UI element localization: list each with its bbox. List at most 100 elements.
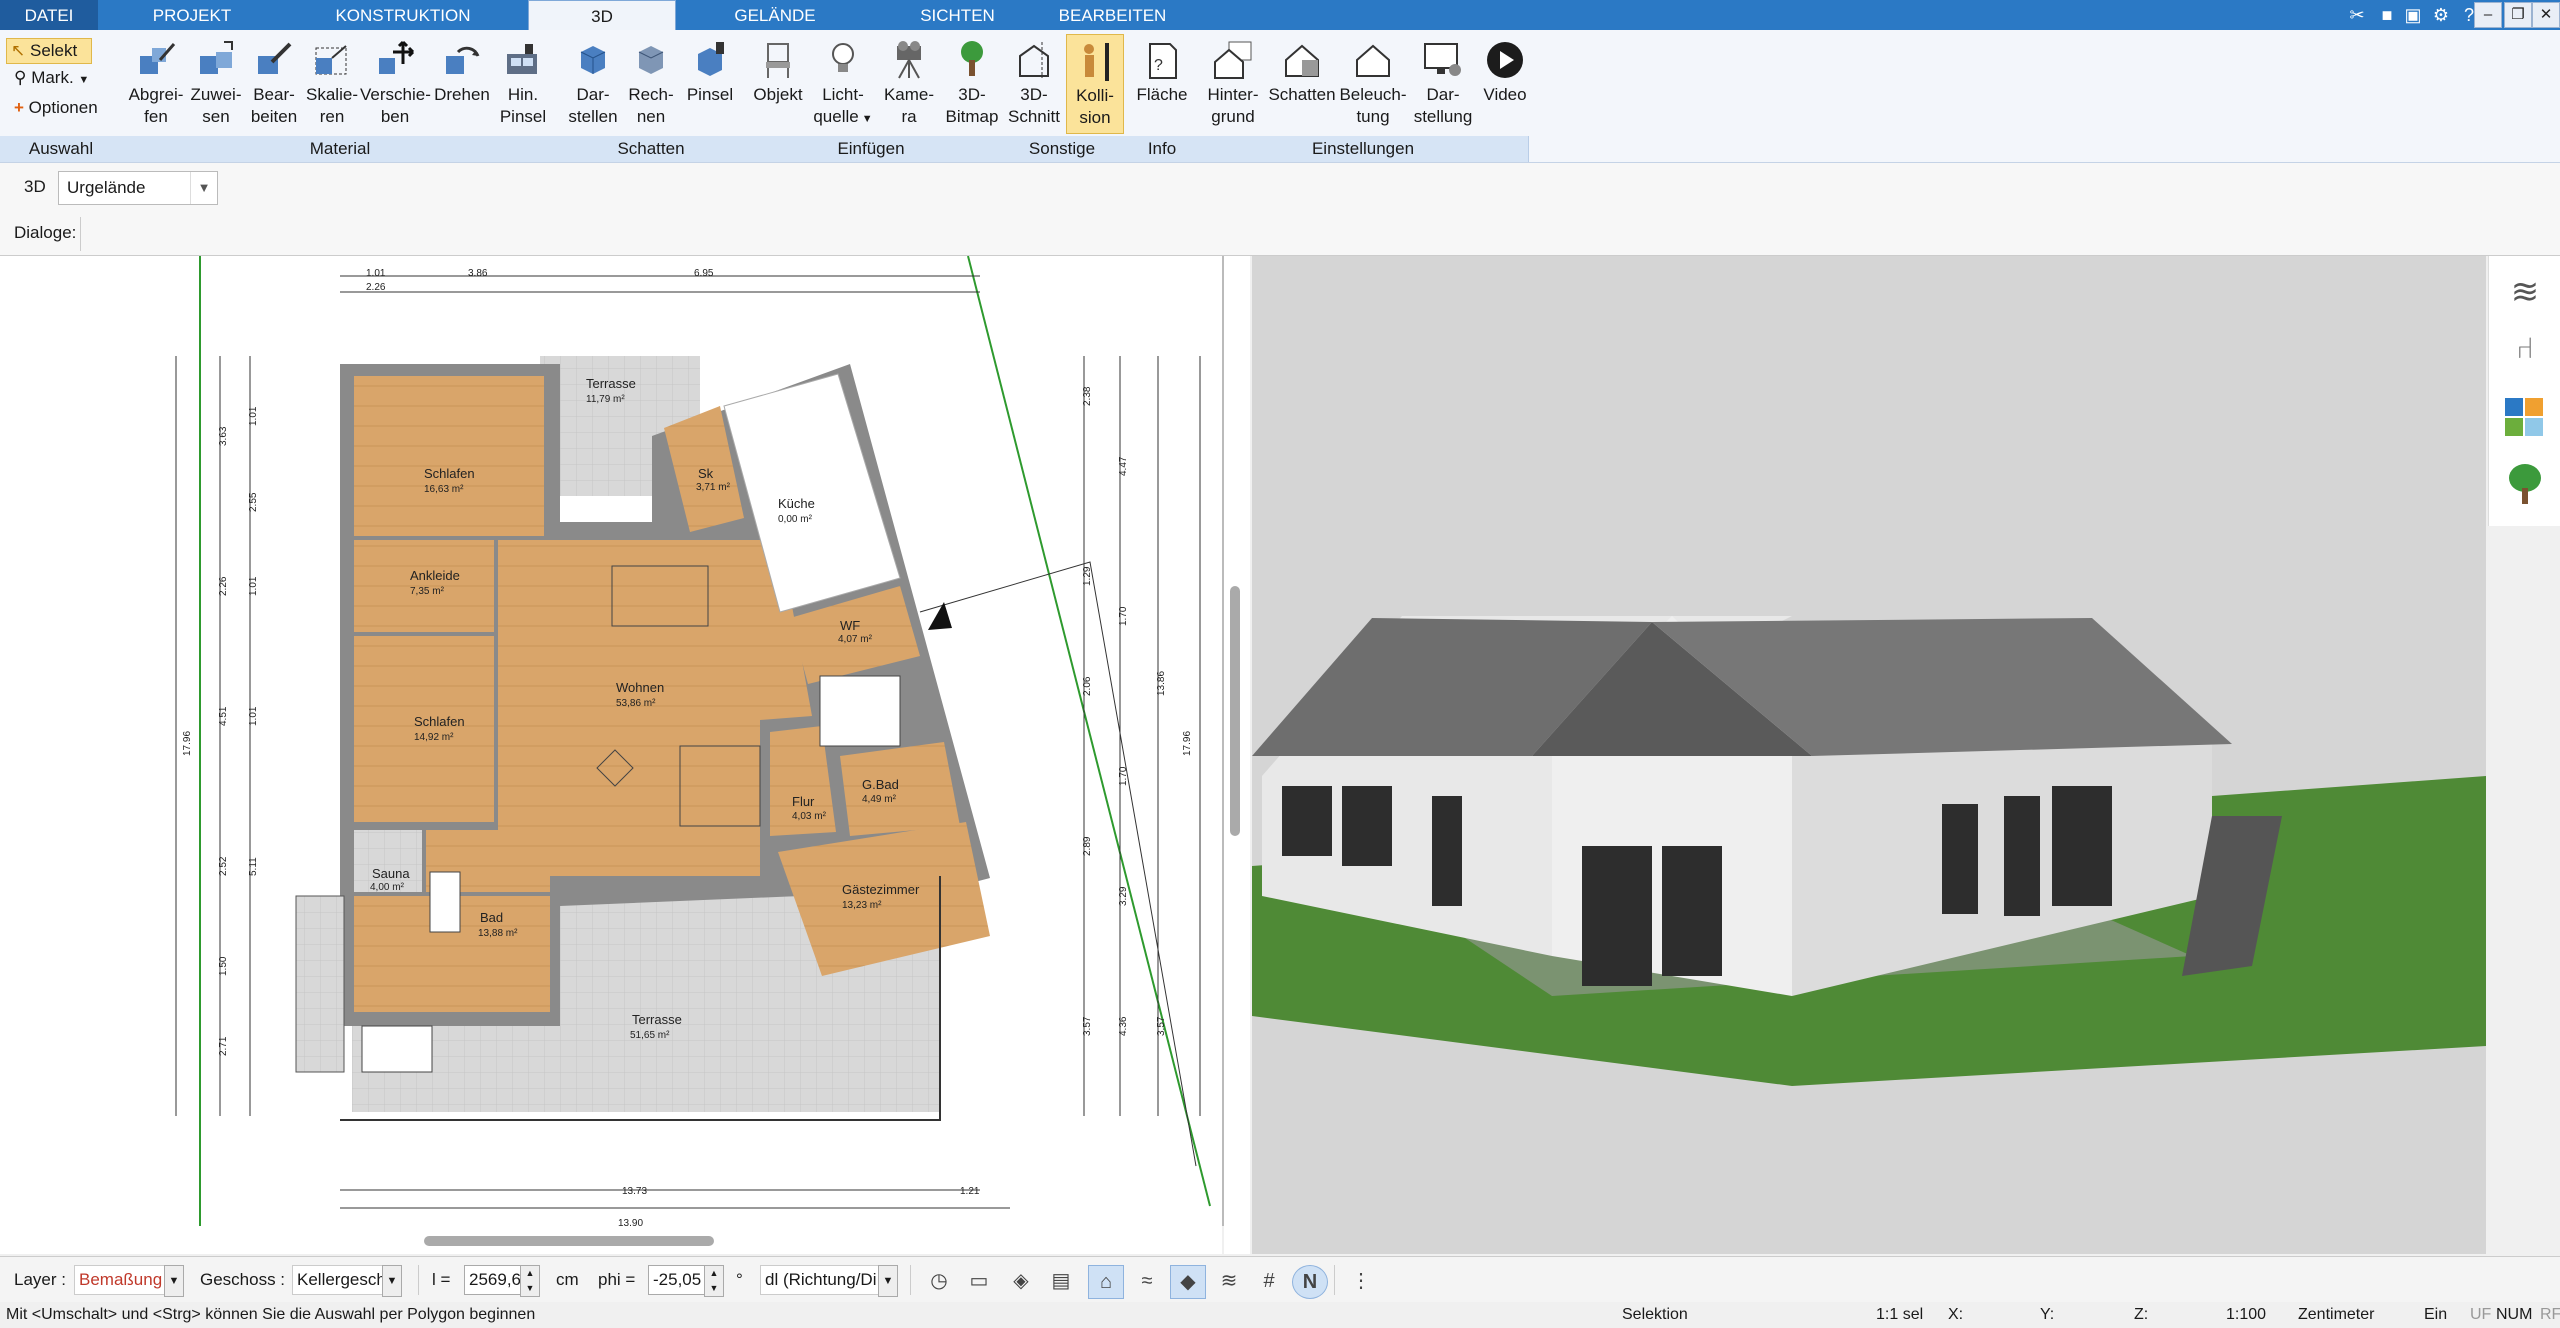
scale-icon (315, 45, 347, 75)
select-button[interactable]: ↖ Selekt (6, 38, 92, 64)
tree-icon[interactable] (2503, 462, 2547, 506)
tab-datei[interactable]: DATEI (0, 0, 98, 30)
plan-horizontal-scroll-track[interactable] (0, 1226, 1222, 1254)
grid-icon[interactable]: # (1252, 1265, 1286, 1297)
restore-button[interactable]: ❐ (2504, 2, 2532, 28)
render-icon[interactable]: ◈ (1004, 1265, 1038, 1297)
btn-l1: Verschie- (360, 85, 431, 104)
bearbeiten-button[interactable]: Bear- beiten (244, 34, 304, 132)
eyedropper-icon (140, 43, 176, 74)
north-icon[interactable]: N (1292, 1265, 1328, 1299)
tab-gelaende[interactable]: GELÄNDE (710, 0, 840, 30)
status-uf: UF (2470, 1306, 2492, 1323)
kamera-button[interactable]: Kame- ra (878, 34, 940, 132)
tree-icon (961, 41, 983, 76)
tools-icon[interactable]: ✂ (2346, 4, 2368, 26)
monitor-icon[interactable]: ▭ (962, 1265, 996, 1297)
clock-icon[interactable]: ◷ (922, 1265, 956, 1297)
layer-value: Bemaßung (79, 1270, 163, 1289)
dialog-label: Dialoge: (14, 223, 77, 242)
toolbox-icon[interactable]: ■ (2376, 4, 2398, 26)
room-label: Schlafen (424, 466, 475, 481)
layers-toggle-icon[interactable]: ≈ (1130, 1265, 1164, 1297)
room-area: 53,86 m² (616, 698, 656, 709)
schatten-darstellen-button[interactable]: Dar- stellen (562, 34, 624, 132)
plan-vertical-scroll-track[interactable] (1224, 256, 1250, 1254)
dim-text: 1.70 (1118, 606, 1129, 626)
geschoss-value: Kellergesch (297, 1270, 386, 1289)
video-button[interactable]: Video (1478, 34, 1532, 132)
phi-spinner[interactable]: ▲ ▼ (704, 1265, 724, 1297)
phi-label: phi = (598, 1270, 636, 1289)
btn-l1: Objekt (753, 85, 803, 104)
cursor-icon: ↖ (11, 41, 26, 60)
chair-icon[interactable]: ⑁ (2503, 332, 2547, 376)
abgreifen-button[interactable]: Abgrei- fen (124, 34, 188, 132)
wall-view-icon[interactable]: ⌂ (1088, 1265, 1124, 1299)
chevron-down-icon[interactable]: ▼ (382, 1265, 402, 1297)
flaeche-button[interactable]: ? Fläche (1130, 34, 1194, 132)
kollision-button[interactable]: Kolli- sion (1066, 34, 1124, 134)
tab-bearbeiten[interactable]: BEARBEITEN (1050, 0, 1175, 30)
terrain-dropdown[interactable]: Urgelände ▼ (58, 171, 218, 205)
objekt-button[interactable]: Objekt (748, 34, 808, 132)
package-icon[interactable]: ▣ (2402, 4, 2424, 26)
play-icon (1487, 42, 1523, 78)
chevron-down-icon[interactable]: ▼ (164, 1265, 184, 1297)
darstellung-button[interactable]: Dar- stellung (1408, 34, 1478, 132)
schatten-einstellung-button[interactable]: Schatten (1266, 34, 1338, 132)
bitmap-3d-button[interactable]: 3D- Bitmap (940, 34, 1004, 132)
floor-plan-canvas[interactable]: Terrasse 11,79 m² Schlafen 16,63 m² Sk 3… (0, 256, 1222, 1226)
schnitt-3d-button[interactable]: 3D- Schnitt (1002, 34, 1066, 132)
verschieben-button[interactable]: Verschie- ben (360, 34, 431, 132)
layers-icon[interactable]: ≋ (2503, 272, 2547, 316)
length-input[interactable]: 2569,6 (464, 1265, 522, 1295)
skalieren-button[interactable]: Skalie- ren (304, 34, 360, 132)
dim-text: 5.11 (248, 857, 259, 876)
3d-viewport[interactable] (1252, 256, 2486, 1254)
length-spinner[interactable]: ▲ ▼ (520, 1265, 540, 1297)
view-3d-label: 3D (24, 177, 46, 196)
floor-plan-view[interactable]: Terrasse 11,79 m² Schlafen 16,63 m² Sk 3… (0, 256, 1224, 1226)
materials-palette-icon[interactable] (2503, 396, 2547, 440)
dim-text: 3.86 (468, 268, 488, 279)
3d-render[interactable] (1252, 256, 2486, 1254)
room-schlafen-1 (354, 376, 544, 536)
btn-l2: fen (144, 107, 168, 126)
btn-l2: quelle ▼ (813, 107, 873, 126)
status-y: Y: (2040, 1306, 2055, 1323)
plan-vertical-scroll-thumb[interactable] (1230, 586, 1240, 836)
dim-text: 2.52 (218, 856, 229, 876)
section-cut-icon (1019, 42, 1049, 78)
phi-input[interactable]: -25,05 (648, 1265, 706, 1295)
chevron-down-icon[interactable]: ▼ (878, 1265, 898, 1297)
dim-text: 1.70 (1118, 766, 1129, 786)
zuweisen-button[interactable]: Zuwei- sen (188, 34, 244, 132)
minimize-button[interactable]: – (2474, 2, 2502, 28)
tab-projekt[interactable]: PROJEKT (122, 0, 262, 30)
schatten-rechnen-button[interactable]: Rech- nen (624, 34, 678, 132)
dim-text: 4.36 (1118, 1016, 1129, 1036)
schatten-pinsel-button[interactable]: Pinsel (680, 34, 740, 132)
room-area: 13,88 m² (478, 928, 518, 939)
close-button[interactable]: ✕ (2532, 2, 2560, 28)
floor-icon[interactable]: ◆ (1170, 1265, 1206, 1299)
group-label-auswahl: Auswahl (0, 136, 123, 162)
hin-pinsel-button[interactable]: Hin. Pinsel (494, 34, 552, 132)
terrain-icon[interactable]: ≋ (1212, 1265, 1246, 1297)
btn-l2: Schnitt (1008, 107, 1060, 126)
tab-sichten[interactable]: SICHTEN (900, 0, 1015, 30)
plan-horizontal-scroll-thumb[interactable] (424, 1236, 714, 1246)
beleuchtung-button[interactable]: Beleuch- tung (1338, 34, 1408, 132)
tab-3d[interactable]: 3D (528, 0, 676, 31)
print-icon[interactable]: ▤ (1044, 1265, 1078, 1297)
more-icon[interactable]: ⋮ (1344, 1265, 1378, 1297)
tab-konstruktion[interactable]: KONSTRUKTION (318, 0, 488, 30)
gear-icon[interactable]: ⚙ (2430, 4, 2452, 26)
options-button[interactable]: + Optionen (10, 96, 124, 120)
hintergrund-button[interactable]: Hinter- grund (1200, 34, 1266, 132)
mark-button[interactable]: ⚲ Mark. ▼ (10, 66, 104, 90)
lichtquelle-button[interactable]: Licht- quelle ▼ (808, 34, 878, 132)
door (1582, 846, 1652, 986)
drehen-button[interactable]: Drehen (430, 34, 494, 132)
